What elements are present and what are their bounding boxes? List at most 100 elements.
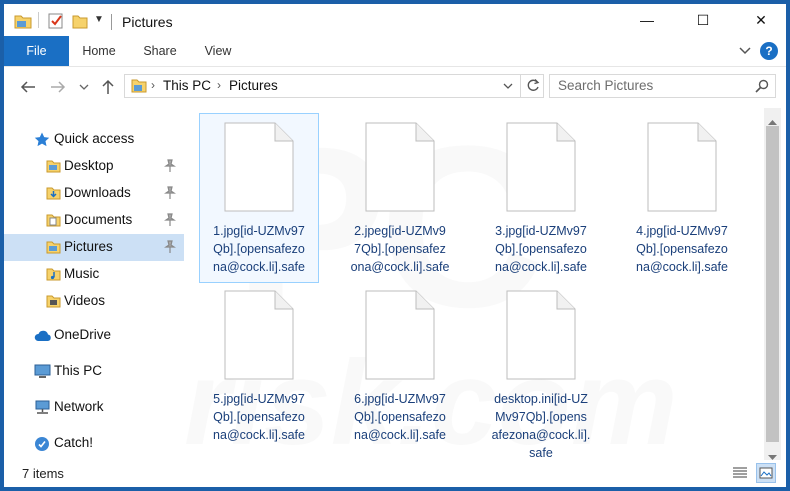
file-icon <box>224 122 294 212</box>
file-name: desktop.ini[id-UZ Mv97Qb].[opens afezona@c… <box>491 392 591 460</box>
file-name: 1.jpg[id-UZMv97 Qb].[opensafezo na@cock.li… <box>213 224 305 274</box>
documents-folder-icon <box>46 213 61 230</box>
file-item[interactable]: 3.jpg[id-UZMv97 Qb].[opensafezo na@cock.li… <box>482 114 600 282</box>
download-folder-icon <box>46 186 61 203</box>
window-title: Pictures <box>122 14 173 30</box>
tab-share[interactable]: Share <box>136 36 184 66</box>
sidebar-item-label: Downloads <box>64 185 131 200</box>
scrollbar-thumb[interactable] <box>766 126 779 442</box>
title-separator <box>111 14 112 30</box>
cloud-icon <box>34 330 52 345</box>
breadcrumb-this-pc[interactable]: This PC <box>163 78 211 93</box>
sidebar-item-onedrive[interactable]: OneDrive <box>4 322 184 349</box>
pictures-folder-icon <box>131 78 147 96</box>
file-name: 5.jpg[id-UZMv97 Qb].[opensafezo na@cock.li… <box>213 392 305 442</box>
file-item[interactable]: 4.jpg[id-UZMv97 Qb].[opensafezo na@cock.li… <box>623 114 741 282</box>
sidebar-item-documents[interactable]: Documents <box>4 207 184 234</box>
breadcrumb-chevron-icon[interactable]: › <box>217 78 221 92</box>
navigation-pane: Quick access Desktop Downloads Documents… <box>4 108 184 458</box>
sidebar-item-label: Quick access <box>54 131 135 146</box>
navigation-bar: › This PC › Pictures Search Pictures <box>4 67 786 105</box>
refresh-icon[interactable] <box>526 78 540 96</box>
sidebar-item-music[interactable]: Music <box>4 261 184 288</box>
breadcrumb-chevron-icon[interactable]: › <box>151 78 155 92</box>
file-icon <box>224 290 294 380</box>
vertical-scrollbar[interactable] <box>764 108 781 460</box>
tab-file[interactable]: File <box>4 36 69 66</box>
back-arrow-icon[interactable] <box>18 77 38 97</box>
catch-icon <box>34 436 50 455</box>
tab-view[interactable]: View <box>198 36 238 66</box>
file-item[interactable]: 5.jpg[id-UZMv97 Qb].[opensafezo na@cock.li… <box>200 282 318 450</box>
ribbon: File Home Share View ? <box>4 36 786 67</box>
pin-icon[interactable] <box>164 186 176 202</box>
search-input[interactable]: Search Pictures <box>558 78 653 93</box>
address-bar[interactable]: › This PC › Pictures <box>124 74 544 98</box>
up-arrow-icon[interactable] <box>98 77 118 97</box>
close-button[interactable]: ✕ <box>738 4 784 36</box>
quick-access-dropdown-icon[interactable]: ▼ <box>94 14 104 25</box>
file-icon <box>506 122 576 212</box>
sidebar-item-label: This PC <box>54 363 103 378</box>
pictures-folder-icon <box>46 240 61 257</box>
item-count: 7 items <box>22 466 64 481</box>
file-item[interactable]: 6.jpg[id-UZMv97 Qb].[opensafezo na@cock.li… <box>341 282 459 450</box>
address-divider <box>520 75 521 97</box>
address-dropdown-icon[interactable] <box>503 79 513 96</box>
sidebar-item-this-pc[interactable]: This PC <box>4 358 184 385</box>
sidebar-item-desktop[interactable]: Desktop <box>4 153 184 180</box>
breadcrumb-pictures[interactable]: Pictures <box>229 78 278 93</box>
file-item[interactable]: desktop.ini[id-UZ Mv97Qb].[opens afezona@c… <box>482 282 600 460</box>
file-icon <box>365 290 435 380</box>
recent-locations-icon[interactable] <box>74 77 94 97</box>
file-name: 4.jpg[id-UZMv97 Qb].[opensafezo na@cock.li… <box>636 224 728 274</box>
star-icon <box>34 132 50 150</box>
sidebar-item-downloads[interactable]: Downloads <box>4 180 184 207</box>
sidebar-item-label: Catch! <box>54 435 94 450</box>
file-icon <box>647 122 717 212</box>
music-folder-icon <box>46 267 61 284</box>
file-item[interactable]: 1.jpg[id-UZMv97 Qb].[opensafezo na@cock.li… <box>199 113 319 283</box>
sidebar-item-network[interactable]: Network <box>4 394 184 421</box>
sidebar-item-catch[interactable]: Catch! <box>4 430 184 457</box>
sidebar-item-label: Pictures <box>64 239 113 254</box>
sidebar-item-quick-access[interactable]: Quick access <box>4 126 184 153</box>
expand-ribbon-icon[interactable] <box>738 43 752 60</box>
file-list: 1.jpg[id-UZMv97 Qb].[opensafezo na@cock.li… <box>190 108 762 460</box>
pin-icon[interactable] <box>164 159 176 175</box>
file-icon <box>506 290 576 380</box>
status-bar: 7 items <box>4 460 786 487</box>
file-name: 2.jpeg[id-UZMv9 7Qb].[opensafez ona@cock.l… <box>350 224 450 274</box>
properties-icon[interactable] <box>48 13 64 34</box>
search-box[interactable]: Search Pictures <box>549 74 776 98</box>
tab-home[interactable]: Home <box>76 36 122 66</box>
file-item[interactable]: 2.jpeg[id-UZMv9 7Qb].[opensafez ona@cock.l… <box>341 114 459 282</box>
file-name: 6.jpg[id-UZMv97 Qb].[opensafezo na@cock.li… <box>354 392 446 442</box>
sidebar-item-videos[interactable]: Videos <box>4 288 184 315</box>
pin-icon[interactable] <box>164 213 176 229</box>
title-bar: ▼ Pictures — ☐ ✕ <box>4 4 786 36</box>
sidebar-item-label: Videos <box>64 293 106 308</box>
forward-arrow-icon[interactable] <box>48 77 68 97</box>
new-folder-icon[interactable] <box>72 13 88 34</box>
computer-icon <box>34 364 51 382</box>
minimize-button[interactable]: — <box>624 4 670 36</box>
sidebar-item-label: Documents <box>64 212 133 227</box>
maximize-button[interactable]: ☐ <box>680 4 726 36</box>
network-icon <box>34 400 51 418</box>
vertical-separator <box>38 12 39 28</box>
file-icon <box>365 122 435 212</box>
folder-icon <box>14 13 32 34</box>
details-view-icon[interactable] <box>732 466 748 485</box>
sidebar-item-label: Network <box>54 399 104 414</box>
sidebar-item-label: OneDrive <box>54 327 112 342</box>
file-name: 3.jpg[id-UZMv97 Qb].[opensafezo na@cock.li… <box>495 224 587 274</box>
large-icons-view-icon[interactable] <box>756 463 776 483</box>
pin-icon[interactable] <box>164 240 176 256</box>
sidebar-item-label: Music <box>64 266 100 281</box>
explorer-window: PC risk.com ▼ Pictures — ☐ ✕ File Home S… <box>4 4 786 487</box>
videos-folder-icon <box>46 294 61 311</box>
sidebar-item-pictures[interactable]: Pictures <box>4 234 184 261</box>
help-icon[interactable]: ? <box>760 42 778 60</box>
search-icon[interactable] <box>755 79 769 96</box>
